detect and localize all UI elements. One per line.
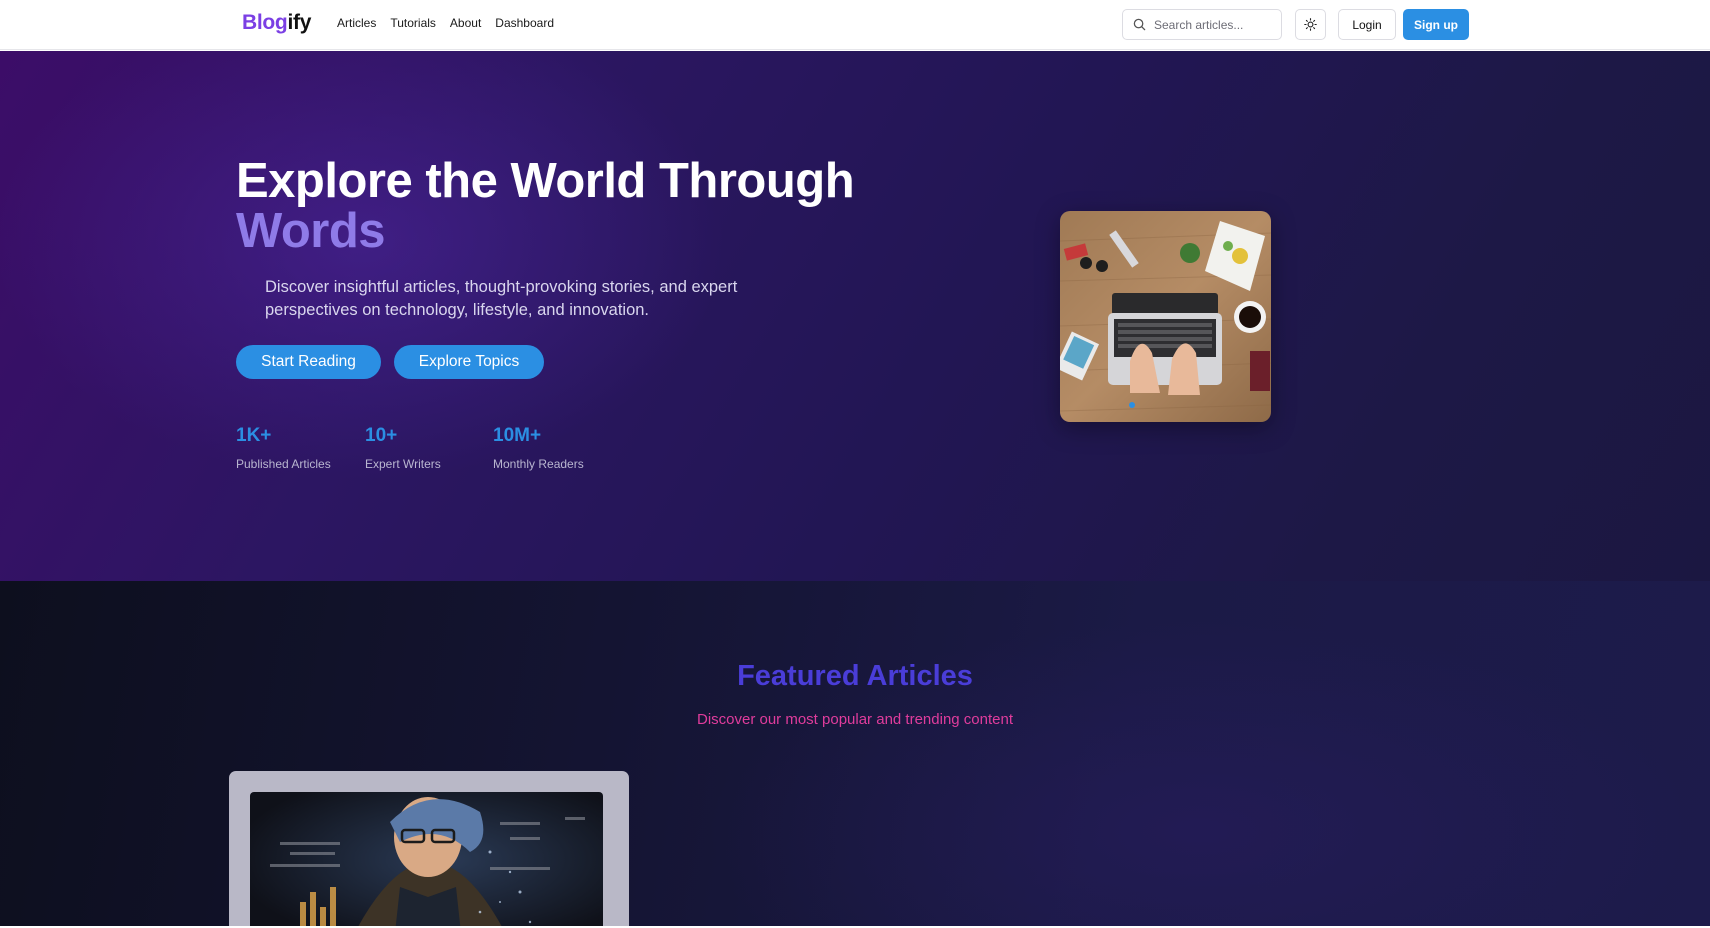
hero-image-laptop-desk: [1060, 211, 1271, 422]
nav-link-tutorials[interactable]: Tutorials: [390, 16, 436, 30]
featured-article-card[interactable]: [229, 771, 629, 928]
stat-label: Published Articles: [236, 457, 331, 471]
sun-icon: [1304, 18, 1317, 31]
article-image: [250, 792, 603, 928]
hero-title-accent: Words: [236, 204, 386, 258]
stat-value: 10+: [365, 425, 398, 446]
featured-section: Featured Articles Discover our most popu…: [0, 581, 1710, 928]
hero-title-line1: Explore the World Through: [236, 154, 855, 208]
search-input[interactable]: [1154, 17, 1269, 32]
logo[interactable]: Blogify: [242, 11, 311, 35]
stat-value: 10M+: [493, 425, 542, 446]
stat-expert-writers: 10+ Expert Writers: [365, 425, 441, 471]
hero-title: Explore the World Through Words: [236, 156, 936, 256]
explore-topics-button[interactable]: Explore Topics: [394, 345, 544, 379]
logo-part-ify: ify: [287, 11, 312, 34]
login-button[interactable]: Login: [1338, 9, 1396, 40]
search-box: [1122, 9, 1282, 40]
nav-link-about[interactable]: About: [450, 16, 481, 30]
stat-value: 1K+: [236, 425, 272, 446]
hero-section: Explore the World Through Words Discover…: [0, 51, 1710, 581]
theme-toggle-button[interactable]: [1295, 9, 1326, 40]
search-icon: [1133, 18, 1146, 31]
nav-link-articles[interactable]: Articles: [337, 16, 376, 30]
stat-monthly-readers: 10M+ Monthly Readers: [493, 425, 584, 471]
nav-links: Articles Tutorials About Dashboard: [337, 16, 554, 30]
stat-published-articles: 1K+ Published Articles: [236, 425, 331, 471]
featured-title: Featured Articles: [737, 660, 973, 692]
nav-link-dashboard[interactable]: Dashboard: [495, 16, 554, 30]
logo-part-blog: Blog: [242, 11, 288, 34]
navbar: Blogify Articles Tutorials About Dashboa…: [0, 0, 1710, 50]
signup-button[interactable]: Sign up: [1403, 9, 1469, 40]
featured-subtitle: Discover our most popular and trending c…: [696, 711, 1013, 728]
stat-label: Monthly Readers: [493, 457, 584, 471]
stat-label: Expert Writers: [365, 457, 441, 471]
start-reading-button[interactable]: Start Reading: [236, 345, 381, 379]
hero-description: Discover insightful articles, thought-pr…: [265, 278, 738, 319]
page: Blogify Articles Tutorials About Dashboa…: [0, 0, 1710, 928]
